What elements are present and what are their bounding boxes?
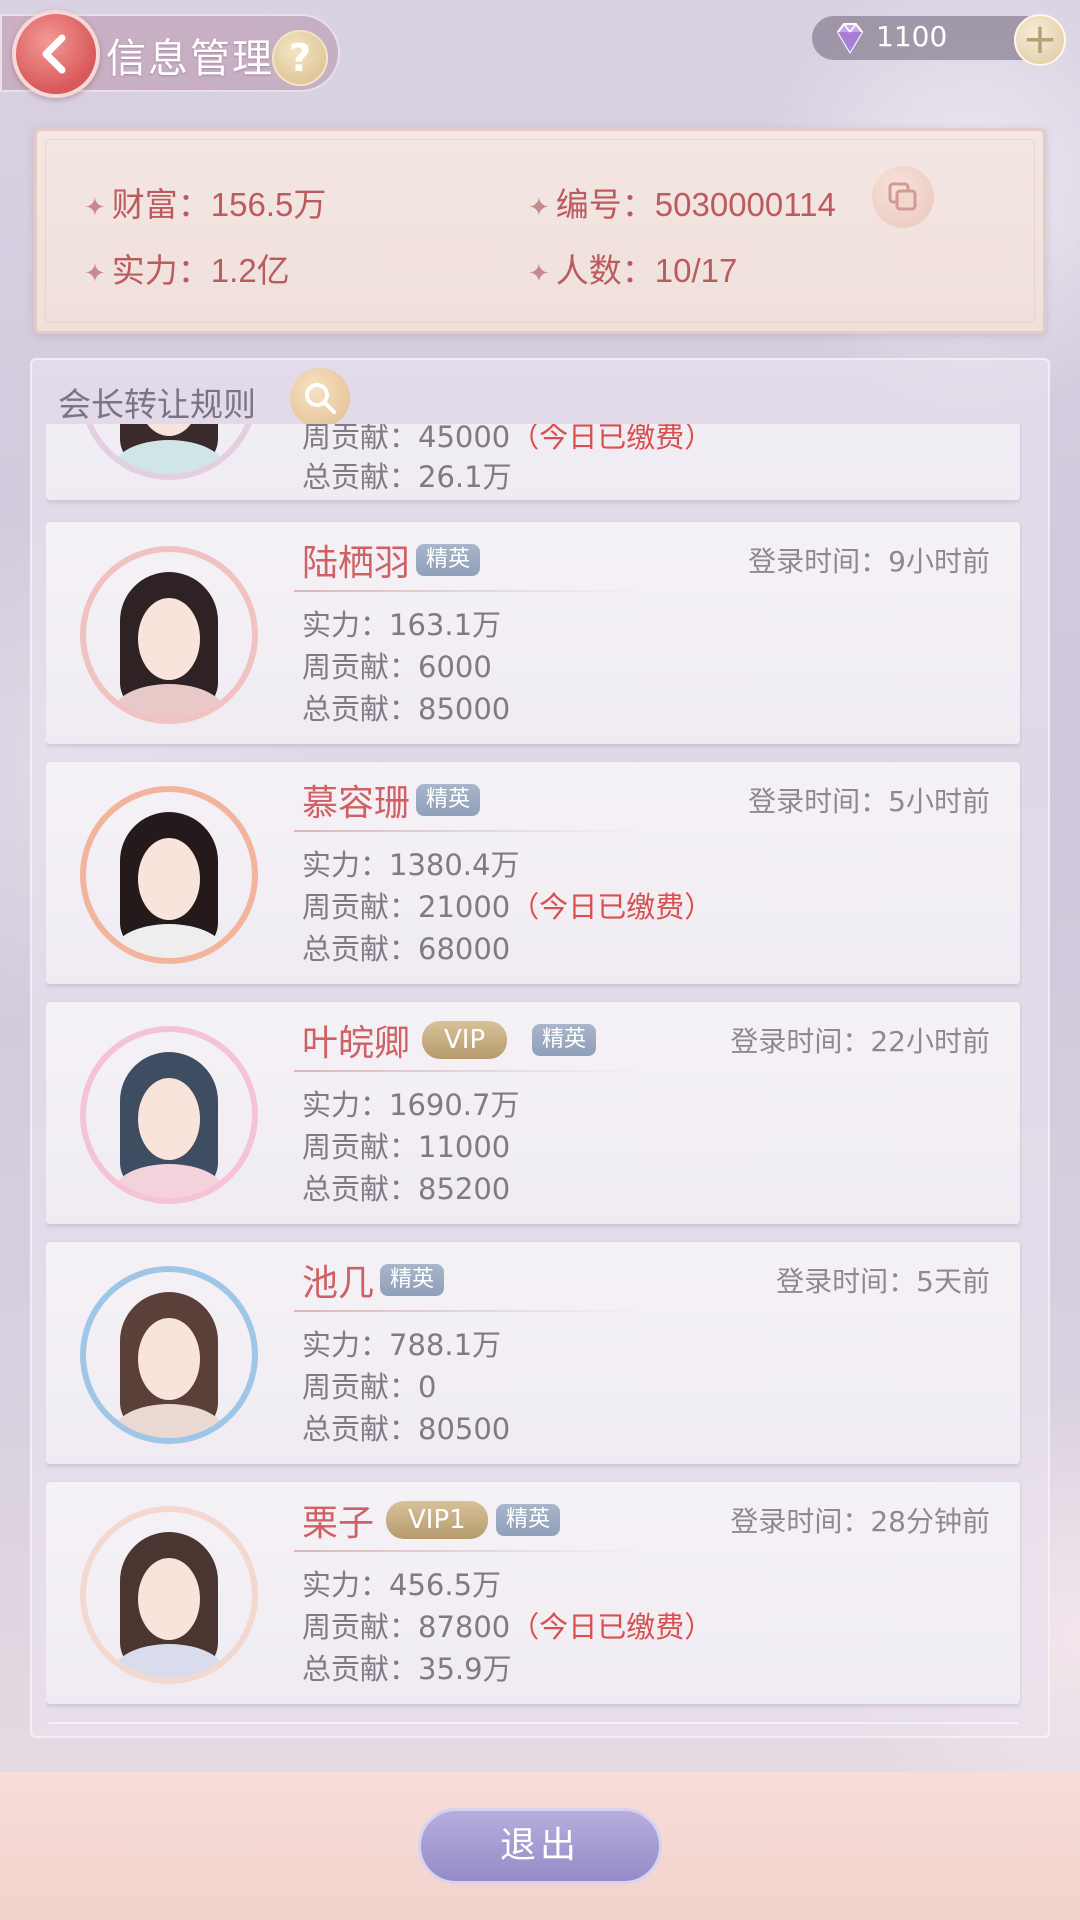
back-button[interactable] — [12, 10, 100, 98]
elite-badge: 精英 — [496, 1504, 561, 1536]
member-count-stat: ✦ 人数：10/17 — [528, 244, 737, 292]
weekly-contribution: 周贡献：21000（今日已缴费） — [302, 890, 714, 924]
member-card[interactable]: 周贡献：45000（今日已缴费） 总贡献：26.1万 — [46, 424, 1020, 500]
exit-button[interactable]: 退出 — [418, 1808, 662, 1884]
search-icon — [305, 383, 336, 414]
avatar — [80, 1506, 258, 1684]
login-time: 登录时间：5天前 — [776, 1265, 990, 1298]
vip-badge: VIP — [422, 1021, 508, 1059]
member-name: 栗子 — [302, 1503, 375, 1544]
member-card[interactable]: 叶皖卿 VIP 精英 登录时间：22小时前 实力：1690.7万 周贡献：110… — [46, 1002, 1020, 1224]
member-card[interactable]: 陆栖羽 精英 登录时间：9小时前 实力：163.1万 周贡献：6000 总贡献：… — [46, 522, 1020, 744]
elite-badge: 精英 — [532, 1024, 597, 1056]
avatar — [80, 546, 258, 724]
total-contribution: 总贡献：85000 — [302, 692, 511, 726]
vip-badge: VIP1 — [386, 1501, 488, 1539]
weekly-contribution: 周贡献：6000 — [302, 650, 492, 684]
back-arrow-icon — [42, 34, 66, 74]
sparkle-icon: ✦ — [84, 192, 106, 222]
total-contribution: 总贡献：80500 — [302, 1412, 511, 1446]
transfer-rules-button[interactable] — [290, 368, 350, 428]
login-time: 登录时间：9小时前 — [748, 545, 990, 578]
wealth-text: 财富：156.5万 — [111, 186, 327, 223]
elite-badge: 精英 — [380, 1264, 445, 1296]
add-currency-button[interactable]: + — [1014, 14, 1066, 66]
member-name: 慕容珊 — [302, 783, 411, 824]
member-card[interactable] — [46, 1722, 1020, 1724]
wealth-stat: ✦ 财富：156.5万 — [84, 178, 326, 226]
login-time: 登录时间：28分钟前 — [730, 1505, 990, 1538]
avatar — [80, 1266, 258, 1444]
weekly-contribution: 周贡献：11000 — [302, 1130, 511, 1164]
total-contribution: 总贡献：68000 — [302, 932, 511, 966]
sparkle-icon: ✦ — [528, 192, 550, 222]
help-button[interactable]: ? — [272, 30, 328, 86]
total-contribution: 总贡献：85200 — [302, 1172, 511, 1206]
power-value: 实力：1690.7万 — [302, 1088, 520, 1122]
avatar — [80, 786, 258, 964]
login-time: 登录时间：5小时前 — [748, 785, 990, 818]
guild-id-stat: ✦ 编号：5030000114 — [528, 178, 836, 226]
power-value: 实力：456.5万 — [302, 1568, 502, 1602]
guild-id-text: 编号：5030000114 — [555, 186, 836, 223]
power-stat: ✦ 实力：1.2亿 — [84, 244, 290, 292]
member-count-text: 人数：10/17 — [555, 252, 738, 289]
avatar — [80, 1026, 258, 1204]
power-value: 实力：1380.4万 — [302, 848, 520, 882]
guild-info-panel — [34, 128, 1046, 334]
power-text: 实力：1.2亿 — [111, 252, 290, 289]
elite-badge: 精英 — [416, 544, 481, 576]
member-card[interactable]: 慕容珊 精英 登录时间：5小时前 实力：1380.4万 周贡献：21000（今日… — [46, 762, 1020, 984]
total-contribution: 总贡献：35.9万 — [302, 1652, 512, 1686]
power-value: 实力：788.1万 — [302, 1328, 502, 1362]
power-value: 实力：163.1万 — [302, 608, 502, 642]
login-time: 登录时间：22小时前 — [730, 1025, 990, 1058]
page-title: 信息管理 — [106, 36, 274, 82]
member-name: 叶皖卿 — [302, 1023, 411, 1064]
diamond-icon — [836, 23, 864, 54]
member-name: 池几 — [302, 1263, 375, 1304]
weekly-contribution: 周贡献：0 — [302, 1370, 437, 1404]
weekly-contribution: 周贡献：87800（今日已缴费） — [302, 1610, 714, 1644]
member-name: 陆栖羽 — [302, 543, 411, 584]
avatar — [80, 424, 258, 480]
sparkle-icon: ✦ — [528, 258, 550, 288]
sparkle-icon: ✦ — [84, 258, 106, 288]
transfer-rules-label: 会长转让规则 — [58, 385, 256, 424]
member-card[interactable]: 池几 精英 登录时间：5天前 实力：788.1万 周贡献：0 总贡献：80500 — [46, 1242, 1020, 1464]
weekly-contribution: 周贡献：45000（今日已缴费） — [302, 424, 714, 454]
copy-icon — [888, 182, 917, 211]
copy-id-button[interactable] — [872, 166, 934, 228]
member-card[interactable]: 栗子 VIP1 精英 登录时间：28分钟前 实力：456.5万 周贡献：8780… — [46, 1482, 1020, 1704]
total-contribution: 总贡献：26.1万 — [302, 460, 512, 494]
elite-badge: 精英 — [416, 784, 481, 816]
currency-amount: 1100 — [876, 20, 948, 53]
member-list[interactable]: 周贡献：45000（今日已缴费） 总贡献：26.1万 陆栖羽 精英 登录时间：9… — [46, 424, 1022, 1724]
